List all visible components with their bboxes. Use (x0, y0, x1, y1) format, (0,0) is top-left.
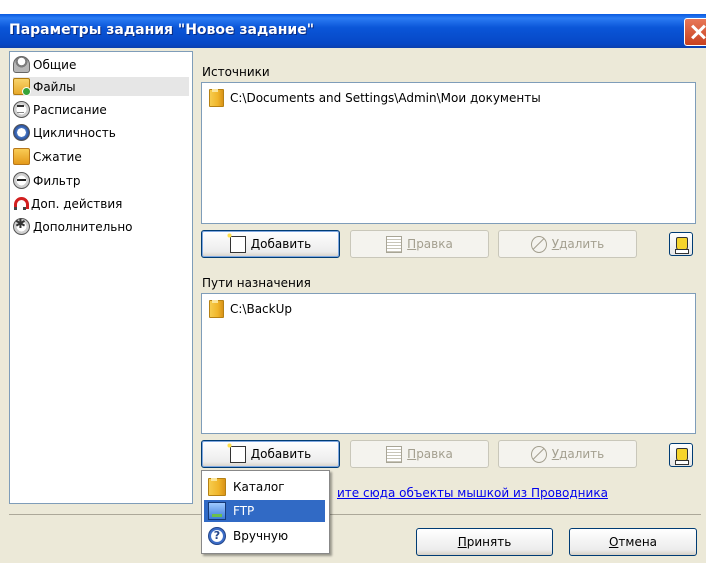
user-icon (13, 56, 30, 73)
add-dropdown-menu: Каталог FTP ? Вручную (201, 470, 330, 554)
button-label: равка (416, 447, 453, 461)
delete-icon (530, 235, 547, 253)
clock-icon (13, 101, 30, 118)
footer-divider (9, 514, 701, 515)
sources-label: Источники (202, 65, 270, 79)
button-label: обавить (260, 447, 312, 461)
button-label: далить (559, 237, 605, 251)
sources-delete-button[interactable]: Удалить (498, 230, 637, 258)
sources-add-button[interactable]: Добавить (201, 230, 340, 258)
cycle-icon (13, 124, 30, 141)
folder-icon (209, 300, 224, 318)
destinations-add-button[interactable]: Добавить (201, 440, 340, 468)
menu-item-manual[interactable]: ? Вручную (204, 525, 325, 547)
destinations-pick-hand-button[interactable] (669, 443, 693, 467)
close-button[interactable] (684, 18, 706, 46)
drag-hint-link[interactable]: ите сюда объекты мышкой из Проводника (337, 486, 608, 500)
sidebar-item-label: Расписание (33, 102, 107, 117)
sidebar-item-schedule[interactable]: Расписание (13, 100, 107, 119)
button-label: равка (416, 237, 453, 251)
folder-icon (209, 89, 224, 107)
files-icon (13, 78, 31, 96)
destinations-label: Пути назначения (202, 276, 311, 290)
sources-edit-button[interactable]: Правка (350, 230, 489, 258)
gear-icon (13, 217, 30, 235)
destinations-list[interactable]: C:\BackUp (201, 293, 696, 434)
button-label: тмена (618, 535, 658, 549)
button-label: далить (559, 447, 605, 461)
menu-item-label: Вручную (233, 529, 289, 543)
button-label: ринять (466, 535, 512, 549)
list-item[interactable]: C:\BackUp (209, 300, 292, 318)
menu-item-label: FTP (233, 504, 255, 518)
accel-key: У (551, 237, 560, 251)
sources-list[interactable]: C:\Documents and Settings\Admin\Мои доку… (201, 82, 696, 224)
help-icon: ? (208, 527, 226, 545)
new-document-icon (225, 441, 246, 463)
cancel-button[interactable]: Отмена (569, 528, 697, 556)
accel-key: П (407, 237, 417, 251)
sidebar-item-label: Дополнительно (33, 219, 133, 234)
sidebar-item-cycle[interactable]: Цикличность (13, 123, 116, 142)
sidebar-item-label: Фильтр (33, 173, 81, 188)
accel-key: П (457, 535, 467, 549)
delete-icon (530, 445, 547, 463)
magnet-icon (13, 196, 29, 211)
accel-key: Д (250, 237, 261, 251)
ftp-icon (208, 502, 226, 520)
sidebar-item-filter[interactable]: Фильтр (13, 171, 80, 190)
accel-key: П (407, 447, 417, 461)
window-title: Параметры задания "Новое задание" (9, 22, 315, 38)
edit-icon (386, 445, 403, 463)
menu-item-label: Каталог (233, 480, 285, 494)
title-bar: Параметры задания "Новое задание" (0, 14, 706, 48)
sidebar-item-general[interactable]: Общие (13, 55, 76, 74)
sources-pick-hand-button[interactable] (669, 232, 693, 256)
accel-key: У (551, 447, 560, 461)
sidebar-item-label: Файлы (33, 79, 76, 94)
accel-key: Д (250, 447, 261, 461)
menu-item-catalog[interactable]: Каталог (204, 476, 325, 498)
folder-icon (208, 478, 226, 496)
filter-icon (13, 172, 30, 189)
destination-path: C:\BackUp (230, 302, 292, 316)
accept-button[interactable]: Принять (416, 528, 553, 556)
sidebar-item-files[interactable]: Файлы (13, 77, 189, 96)
list-item[interactable]: C:\Documents and Settings\Admin\Мои доку… (209, 89, 541, 107)
source-path: C:\Documents and Settings\Admin\Мои доку… (230, 91, 541, 105)
destinations-edit-button[interactable]: Правка (350, 440, 489, 468)
button-label: обавить (260, 237, 312, 251)
archive-icon (13, 148, 30, 165)
edit-icon (386, 235, 403, 253)
destinations-delete-button[interactable]: Удалить (498, 440, 637, 468)
settings-sidebar: Общие Файлы Расписание Цикличность Сжати… (9, 51, 193, 504)
accel-key: О (608, 535, 619, 549)
sidebar-item-label: Общие (33, 57, 77, 72)
sidebar-item-label: Доп. действия (31, 196, 123, 211)
sidebar-item-extra-actions[interactable]: Доп. действия (13, 194, 122, 213)
new-document-icon (225, 231, 246, 253)
sidebar-item-label: Сжатие (33, 149, 82, 164)
menu-item-ftp[interactable]: FTP (204, 500, 325, 522)
sidebar-item-label: Цикличность (33, 125, 116, 140)
sidebar-item-advanced[interactable]: Дополнительно (13, 217, 133, 236)
sidebar-item-compression[interactable]: Сжатие (13, 147, 82, 166)
